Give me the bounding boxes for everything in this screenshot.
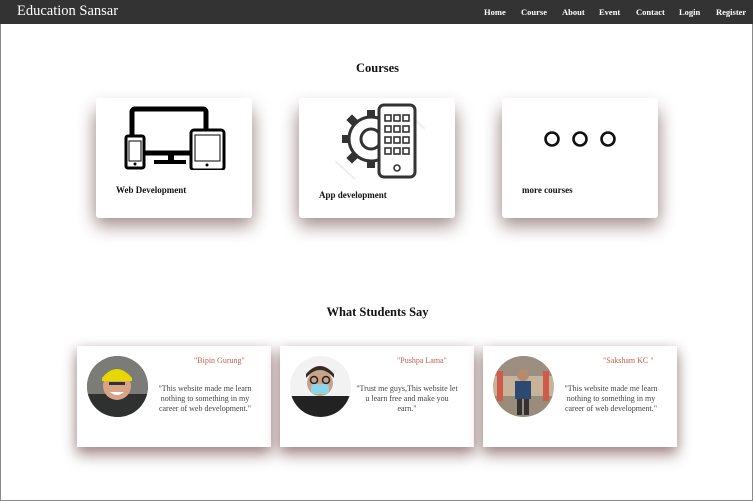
more-dots-icon	[544, 131, 616, 147]
testimonial-card: "Pushpa Lama" "Trust me guys,This websit…	[280, 346, 474, 447]
devices-icon	[124, 106, 226, 170]
course-card-app[interactable]: App development	[299, 98, 455, 211]
navbar: Education Sansar Home Course About Event…	[0, 0, 753, 24]
testimonial-quote: "Trust me guys,This website let u learn …	[356, 384, 458, 413]
nav-login[interactable]: Login	[679, 7, 700, 17]
testimonial-name: "Pushpa Lama"	[397, 356, 447, 365]
brand-logo[interactable]: Education Sansar	[17, 3, 118, 20]
testimonial-name: "Bipin Gurung"	[194, 356, 245, 365]
course-label-app: App development	[319, 190, 387, 200]
testimonial-card: "Bipin Gurung" "This website made me lea…	[77, 346, 271, 447]
testimonial-card: "Saksham KC " "This website made me lear…	[483, 346, 677, 447]
nav-course[interactable]: Course	[521, 7, 547, 17]
course-card-web[interactable]: Web Development	[96, 98, 252, 211]
testimonial-quote: "This website made me learn nothing to s…	[158, 384, 252, 413]
course-card-more[interactable]: more courses	[502, 98, 658, 211]
nav-event[interactable]: Event	[599, 7, 620, 17]
testimonials-title: What Students Say	[326, 305, 429, 319]
nav-home[interactable]: Home	[484, 7, 506, 17]
nav-contact[interactable]: Contact	[636, 7, 665, 17]
course-label-web: Web Development	[116, 185, 187, 195]
avatar	[290, 356, 351, 417]
testimonial-quote: "This website made me learn nothing to s…	[564, 384, 658, 413]
nav-register[interactable]: Register	[716, 7, 746, 17]
gear-phone-icon	[335, 103, 425, 180]
nav-about[interactable]: About	[562, 7, 585, 17]
avatar	[87, 356, 148, 417]
avatar	[493, 356, 554, 417]
testimonial-name: "Saksham KC "	[603, 356, 654, 365]
courses-title: Courses	[355, 61, 400, 75]
course-label-more: more courses	[522, 185, 573, 195]
